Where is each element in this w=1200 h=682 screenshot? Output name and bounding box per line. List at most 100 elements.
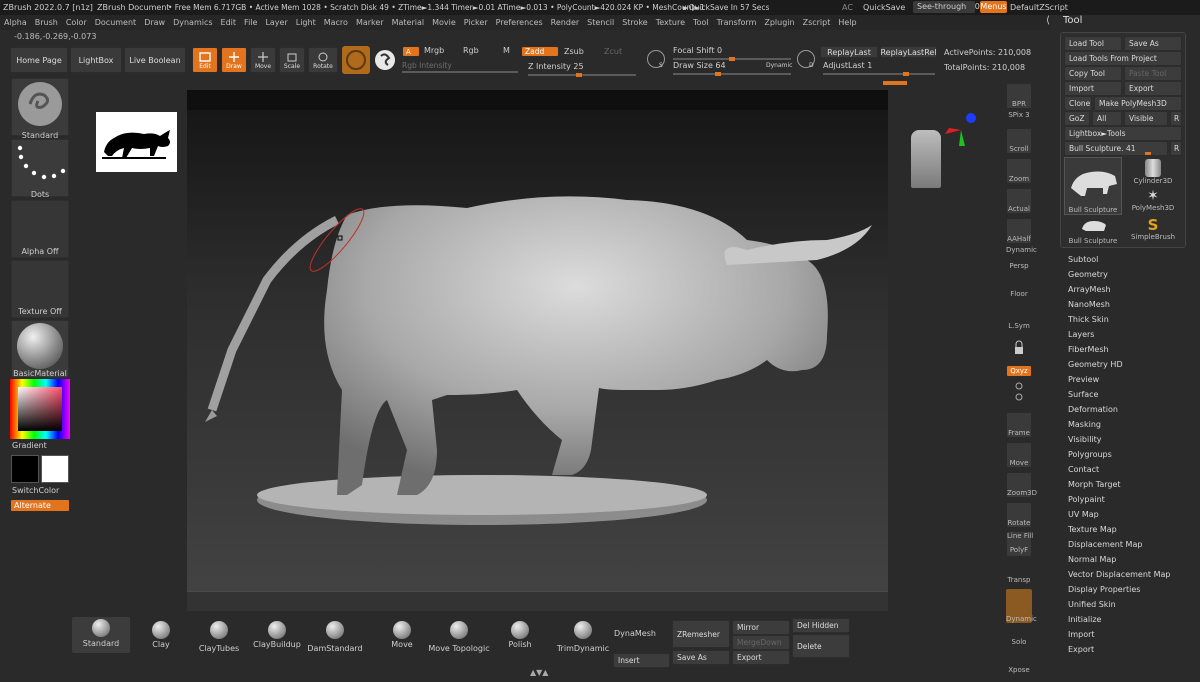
symmetry-icon[interactable] — [375, 50, 395, 70]
zremesher-button[interactable]: ZRemesher — [672, 620, 730, 648]
move-view-button[interactable]: Move — [1006, 442, 1032, 468]
clone-button[interactable]: Clone — [1064, 96, 1092, 111]
subpalette-displacement-map[interactable]: Displacement Map — [1068, 537, 1196, 552]
edit-button[interactable]: Edit — [192, 47, 218, 73]
load-tools-from-project-button[interactable]: Load Tools From Project — [1064, 51, 1182, 66]
import-tool-button[interactable]: Import — [1064, 81, 1122, 96]
menu-marker[interactable]: Marker — [356, 18, 384, 27]
menu-edit[interactable]: Edit — [221, 18, 237, 27]
paste-tool-button[interactable]: Paste Tool — [1124, 66, 1182, 81]
load-tool-button[interactable]: Load Tool — [1064, 36, 1122, 51]
menu-draw[interactable]: Draw — [144, 18, 165, 27]
brush-move[interactable]: Move — [374, 619, 430, 655]
z-intensity-handle[interactable] — [576, 73, 582, 77]
brush-d-icon[interactable]: D — [797, 50, 815, 69]
live-boolean-button[interactable]: Live Boolean — [124, 47, 186, 73]
export-tool-button[interactable]: Export — [1124, 81, 1182, 96]
current-tool-r-button[interactable]: R — [1170, 141, 1182, 156]
menu-texture[interactable]: Texture — [656, 18, 685, 27]
rotate-axis-icon[interactable] — [1006, 380, 1032, 404]
lock-icon[interactable] — [1006, 340, 1032, 358]
bull-sculpture-model[interactable] — [187, 90, 888, 611]
seethrough-slider[interactable]: See-through 0 — [913, 1, 980, 13]
menu-tool[interactable]: Tool — [693, 18, 709, 27]
mrgb-button[interactable]: Mrgb — [424, 46, 444, 55]
replaylastrel-button[interactable]: ReplayLastRel — [880, 46, 937, 58]
menu-transform[interactable]: Transform — [717, 18, 757, 27]
zoom3d-button[interactable]: Zoom3D — [1006, 472, 1037, 498]
solo-button[interactable]: Solo — [1006, 624, 1032, 648]
del-hidden-button[interactable]: Del Hidden — [792, 618, 850, 633]
rotate-view-button[interactable]: Rotate — [1006, 502, 1032, 528]
scroll-button[interactable]: Scroll — [1006, 128, 1032, 154]
bpr-button[interactable]: BPR — [1006, 83, 1032, 109]
mergedown-button[interactable]: MergeDown — [732, 635, 790, 650]
brush-move-topologic[interactable]: Move Topologic — [424, 619, 494, 655]
a-button[interactable]: A — [402, 46, 420, 57]
menu-stencil[interactable]: Stencil — [587, 18, 614, 27]
polyf-button[interactable]: Line Fill PolyF — [1006, 531, 1033, 557]
frame-button[interactable]: Frame — [1006, 412, 1032, 438]
draw-size-handle[interactable] — [715, 72, 721, 76]
texture-slot[interactable]: Texture Off — [11, 260, 69, 318]
stroke-slot[interactable]: Dots — [11, 139, 69, 199]
brush-claytubes[interactable]: ClayTubes — [190, 619, 248, 655]
bottom-export-button[interactable]: Export — [732, 650, 790, 665]
draw-size-slider[interactable]: Draw Size 64 Dynamic — [673, 61, 793, 76]
brush-trimdynamic[interactable]: TrimDynamic — [548, 619, 618, 655]
menu-movie[interactable]: Movie — [432, 18, 456, 27]
subpalette-subtool[interactable]: Subtool — [1068, 252, 1196, 267]
dynamic-solo-button[interactable]: Dynamic — [1006, 589, 1037, 623]
material-sphere-button[interactable] — [342, 46, 370, 74]
alternate-button[interactable]: Alternate — [10, 499, 70, 512]
make-polymesh-button[interactable]: Make PolyMesh3D — [1094, 96, 1182, 111]
tool-thumb-cylinder[interactable]: Cylinder3D — [1124, 157, 1182, 187]
brush-slot[interactable]: Standard — [11, 78, 69, 140]
tool-panel-toggle-icon[interactable]: ⟨ — [1046, 15, 1057, 27]
menu-picker[interactable]: Picker — [464, 18, 488, 27]
rgb-button[interactable]: Rgb — [463, 46, 479, 55]
persp-button[interactable]: Dynamic Persp — [1006, 246, 1037, 270]
adjustlast-handle[interactable] — [903, 72, 909, 76]
brush-damstandard[interactable]: DamStandard — [306, 619, 364, 655]
subpalette-polypaint[interactable]: Polypaint — [1068, 492, 1196, 507]
switchcolor-button[interactable]: SwitchColor — [12, 486, 59, 495]
tool-thumb-bull-large[interactable]: Bull Sculpture — [1064, 157, 1122, 215]
subpalette-visibility[interactable]: Visibility — [1068, 432, 1196, 447]
draw-button[interactable]: Draw — [221, 47, 247, 73]
transp-button[interactable]: Transp — [1006, 562, 1032, 586]
gradient-label[interactable]: Gradient — [12, 441, 47, 450]
dynamic-toggle[interactable]: Dynamic — [766, 62, 792, 69]
zcut-button[interactable]: Zcut — [604, 47, 622, 56]
mirror-button[interactable]: Mirror — [732, 620, 790, 635]
subpalette-geometry-hd[interactable]: Geometry HD — [1068, 357, 1196, 372]
menu-document[interactable]: Document — [95, 18, 136, 27]
menu-light[interactable]: Light — [296, 18, 316, 27]
subpalette-nanomesh[interactable]: NanoMesh — [1068, 297, 1196, 312]
menu-macro[interactable]: Macro — [324, 18, 348, 27]
menu-zscript[interactable]: Zscript — [803, 18, 831, 27]
menu-brush[interactable]: Brush — [35, 18, 58, 27]
tool-thumb-polymesh[interactable]: ✶ PolyMesh3D — [1124, 188, 1182, 216]
subpalette-deformation[interactable]: Deformation — [1068, 402, 1196, 417]
menu-file[interactable]: File — [244, 18, 257, 27]
actual-button[interactable]: Actual — [1006, 188, 1032, 214]
subpalette-geometry[interactable]: Geometry — [1068, 267, 1196, 282]
axis-gizmo-icon[interactable] — [941, 110, 981, 150]
lightbox-tools-button[interactable]: Lightbox►Tools — [1064, 126, 1182, 141]
lsym-button[interactable]: L.Sym — [1006, 310, 1032, 332]
adjustlast-slider[interactable]: AdjustLast 1 — [823, 61, 935, 76]
brush-s-icon[interactable]: S — [647, 50, 665, 69]
menu-stroke[interactable]: Stroke — [622, 18, 648, 27]
goz-button[interactable]: GoZ — [1064, 111, 1090, 126]
home-page-button[interactable]: Home Page — [10, 47, 68, 73]
subpalette-polygroups[interactable]: Polygroups — [1068, 447, 1196, 462]
goz-r-button[interactable]: R — [1170, 111, 1182, 126]
material-slot[interactable]: BasicMaterial — [11, 320, 69, 378]
subpalette-masking[interactable]: Masking — [1068, 417, 1196, 432]
save-as-tool-button[interactable]: Save As — [1124, 36, 1182, 51]
tool-thumb-bull-small[interactable]: Bull Sculpture — [1064, 217, 1122, 245]
brush-clay[interactable]: Clay — [132, 619, 190, 655]
subpalette-normal-map[interactable]: Normal Map — [1068, 552, 1196, 567]
menu-preferences[interactable]: Preferences — [496, 18, 543, 27]
